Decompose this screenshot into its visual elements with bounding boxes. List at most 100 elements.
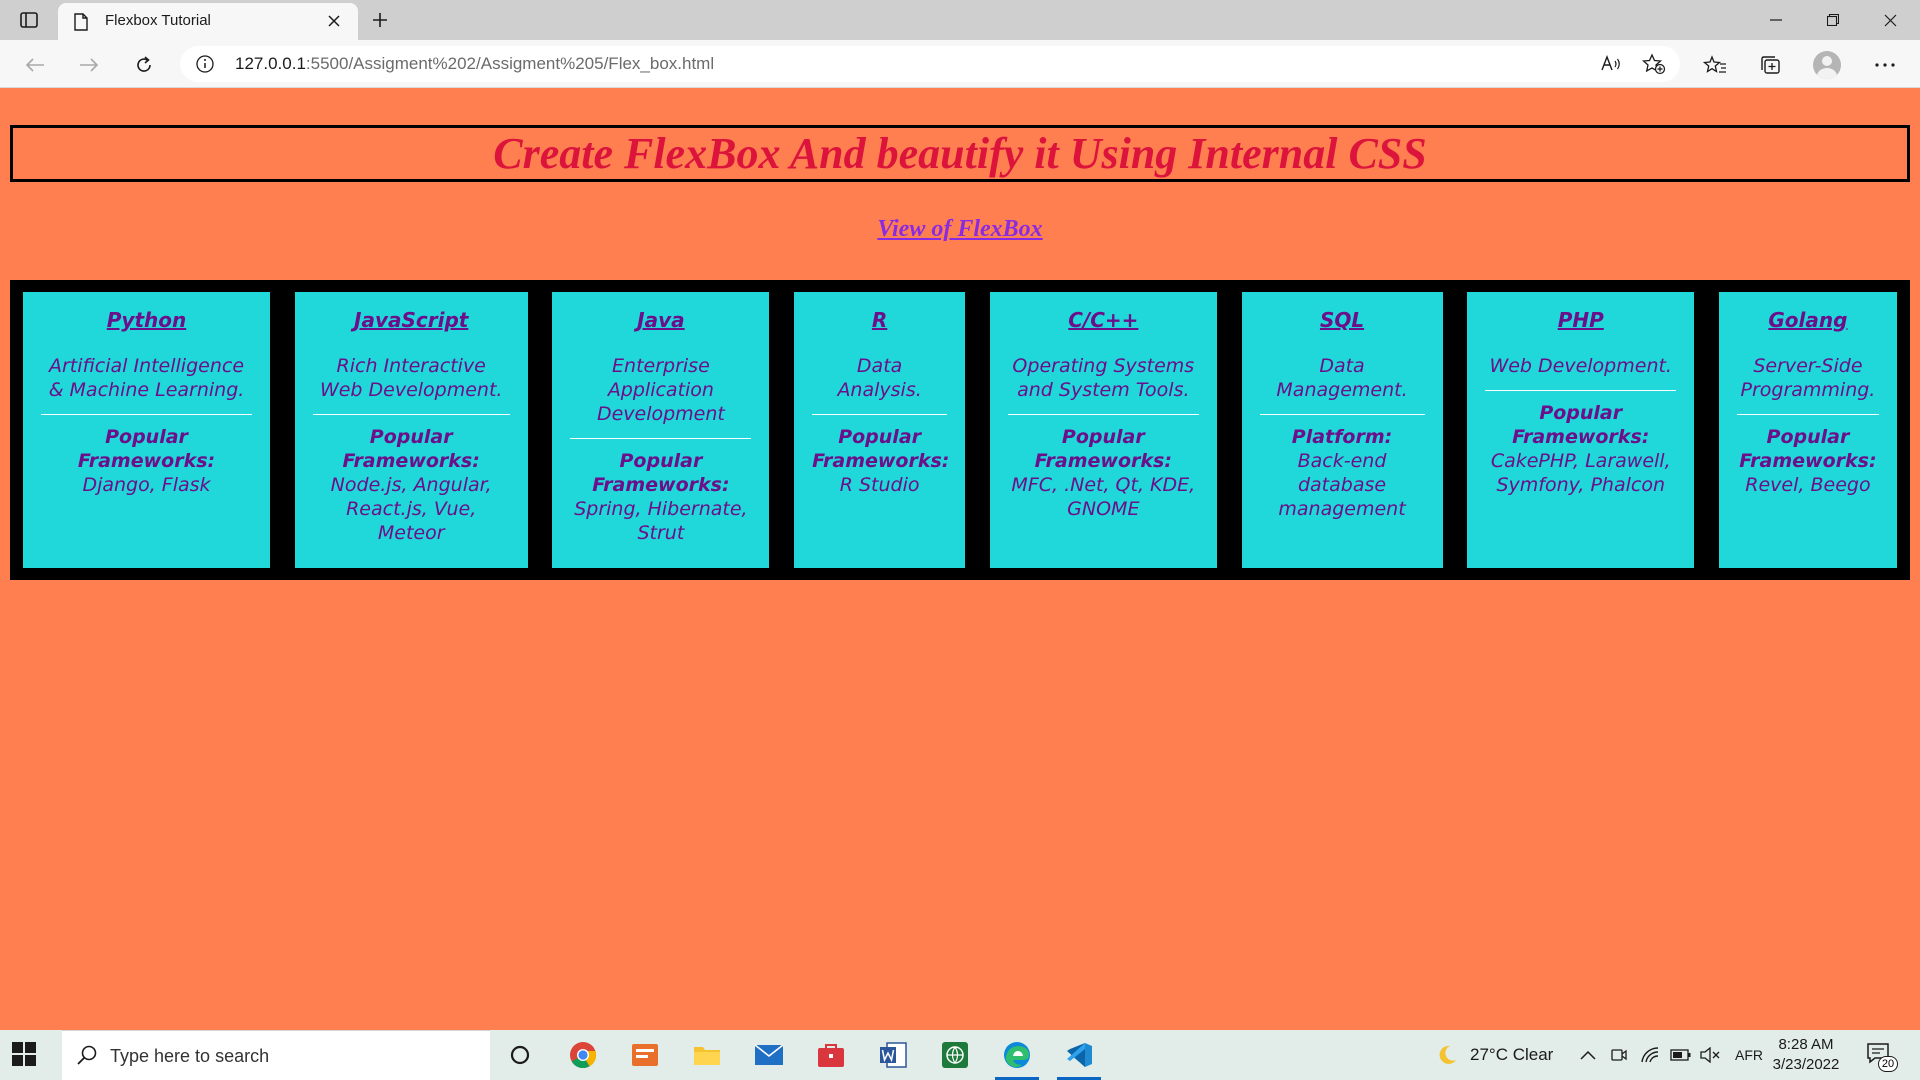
- view-flexbox-link[interactable]: View of FlexBox: [0, 216, 1920, 243]
- taskbar-chrome[interactable]: [553, 1030, 613, 1080]
- back-arrow-icon: [25, 58, 44, 72]
- card-title-link[interactable]: PHP: [1485, 308, 1676, 332]
- taskbar-app-red[interactable]: [801, 1030, 861, 1080]
- camera-icon: [1611, 1049, 1627, 1061]
- clock-date: 3/23/2022: [1772, 1056, 1840, 1073]
- flexbox-container: Python Artificial Intelligence & Machine…: [10, 280, 1910, 580]
- web-page: Create FlexBox And beautify it Using Int…: [0, 88, 1920, 1030]
- url-path: :5500/Assigment%202/Assigment%205/Flex_b…: [305, 54, 715, 73]
- url-host: 127.0.0.1: [235, 54, 306, 73]
- star-add-icon: [1641, 53, 1666, 75]
- taskbar-file-explorer[interactable]: [677, 1030, 737, 1080]
- windows-logo-icon: [12, 1042, 23, 1053]
- new-tab-button[interactable]: [366, 8, 394, 32]
- card-divider: [1007, 414, 1199, 415]
- taskbar-word[interactable]: [863, 1030, 923, 1080]
- taskbar-edge[interactable]: [987, 1030, 1047, 1080]
- weather-widget[interactable]: 27°C Clear: [1436, 1030, 1553, 1080]
- restore-icon: [1827, 14, 1839, 26]
- search-placeholder: Type here to search: [110, 1046, 270, 1066]
- tab-actions-button[interactable]: [16, 8, 42, 32]
- tab-bar: Flexbox Tutorial: [0, 0, 1920, 40]
- card-frameworks-label: Popular Frameworks:: [1034, 426, 1172, 472]
- card-description: Web Development.: [1489, 355, 1672, 377]
- card-divider: [570, 438, 752, 439]
- refresh-icon: [137, 56, 151, 72]
- favorites-icon: [1703, 55, 1726, 73]
- vscode-icon: [1067, 1043, 1092, 1067]
- word-icon: [880, 1042, 907, 1068]
- profile-avatar[interactable]: [1813, 51, 1841, 79]
- windows-logo-icon: [12, 1055, 23, 1066]
- card-divider: [312, 414, 510, 415]
- collections-icon: [1761, 56, 1780, 74]
- globe-app-icon: [942, 1042, 968, 1068]
- taskbar-app-orange[interactable]: [615, 1030, 675, 1080]
- card-frameworks-label: Popular Frameworks:: [1739, 426, 1877, 472]
- taskbar-vscode[interactable]: [1049, 1030, 1109, 1080]
- more-icon: [1875, 63, 1895, 67]
- card-frameworks-label: Popular Frameworks:: [77, 426, 216, 472]
- close-icon: [328, 15, 340, 27]
- read-aloud-button[interactable]: [1600, 53, 1622, 79]
- card-title-link[interactable]: C/C++: [1008, 308, 1199, 332]
- card-title-link[interactable]: R: [812, 308, 947, 332]
- card-frameworks: Revel, Beego: [1745, 474, 1871, 496]
- minimize-button[interactable]: [1748, 0, 1804, 40]
- start-button[interactable]: [12, 1042, 38, 1068]
- language-card-c-cpp: C/C++ Operating Systems and System Tools…: [989, 292, 1217, 568]
- network-button[interactable]: [1640, 1030, 1660, 1080]
- show-hidden-icons-button[interactable]: [1580, 1030, 1596, 1080]
- windows-taskbar: Type here to search 27°C Clear AFR 8:28 …: [0, 1030, 1920, 1080]
- card-title-link[interactable]: Python: [41, 308, 252, 332]
- meet-now-button[interactable]: [1610, 1030, 1628, 1080]
- card-description: Rich Interactive Web Development.: [319, 355, 503, 401]
- notifications-button[interactable]: 20: [1866, 1042, 1898, 1072]
- battery-icon: [1670, 1049, 1691, 1061]
- card-description: Server-Side Programming.: [1740, 355, 1876, 401]
- chevron-up-icon: [1580, 1050, 1596, 1060]
- browser-tab[interactable]: Flexbox Tutorial: [58, 3, 358, 40]
- card-title-link[interactable]: Java: [570, 308, 751, 332]
- card-title-link[interactable]: SQL: [1260, 308, 1425, 332]
- language-card-r: R Data Analysis. Popular Frameworks: R S…: [794, 292, 966, 568]
- taskbar-mail[interactable]: [739, 1030, 799, 1080]
- volume-button[interactable]: [1700, 1030, 1720, 1080]
- add-favorite-button[interactable]: [1641, 53, 1666, 79]
- taskbar-search-box[interactable]: Type here to search: [62, 1030, 490, 1080]
- tab-close-button[interactable]: [322, 9, 346, 33]
- minimize-icon: [1770, 19, 1782, 21]
- plus-icon: [373, 13, 387, 27]
- window-close-button[interactable]: [1862, 0, 1918, 40]
- info-icon: [196, 55, 214, 73]
- collections-button[interactable]: [1755, 50, 1785, 80]
- weather-text: 27°C Clear: [1470, 1045, 1554, 1064]
- card-title-link[interactable]: Golang: [1737, 308, 1879, 332]
- back-button[interactable]: [20, 50, 50, 80]
- language-card-javascript: JavaScript Rich Interactive Web Developm…: [294, 292, 528, 568]
- moon-icon: [1439, 1045, 1456, 1064]
- forward-button[interactable]: [74, 50, 104, 80]
- language-card-golang: Golang Server-Side Programming. Popular …: [1718, 292, 1897, 568]
- clock[interactable]: 8:28 AM 3/23/2022: [1766, 1035, 1846, 1075]
- taskbar-globe-app[interactable]: [925, 1030, 985, 1080]
- refresh-button[interactable]: [129, 50, 159, 80]
- restore-button[interactable]: [1805, 0, 1861, 40]
- favorites-button[interactable]: [1700, 50, 1730, 80]
- tab-title: Flexbox Tutorial: [105, 12, 211, 29]
- card-title-link[interactable]: JavaScript: [313, 308, 510, 332]
- url-text: 127.0.0.1:5500/Assigment%202/Assigment%2…: [235, 54, 714, 74]
- card-frameworks-label: Popular Frameworks:: [812, 426, 950, 472]
- address-bar[interactable]: 127.0.0.1:5500/Assigment%202/Assigment%2…: [180, 46, 1680, 82]
- input-language[interactable]: AFR: [1735, 1030, 1763, 1080]
- card-frameworks: Spring, Hibernate, Strut: [574, 498, 748, 544]
- notification-count-badge: 20: [1878, 1056, 1898, 1072]
- windows-logo-icon: [25, 1042, 36, 1053]
- battery-button[interactable]: [1670, 1030, 1692, 1080]
- settings-more-button[interactable]: [1870, 50, 1900, 80]
- page-heading: Create FlexBox And beautify it Using Int…: [10, 125, 1910, 182]
- card-description: Data Analysis.: [837, 355, 922, 401]
- card-frameworks-label: Platform:: [1291, 426, 1393, 448]
- card-frameworks-label: Popular Frameworks:: [592, 450, 730, 496]
- cortana-button[interactable]: [490, 1030, 550, 1080]
